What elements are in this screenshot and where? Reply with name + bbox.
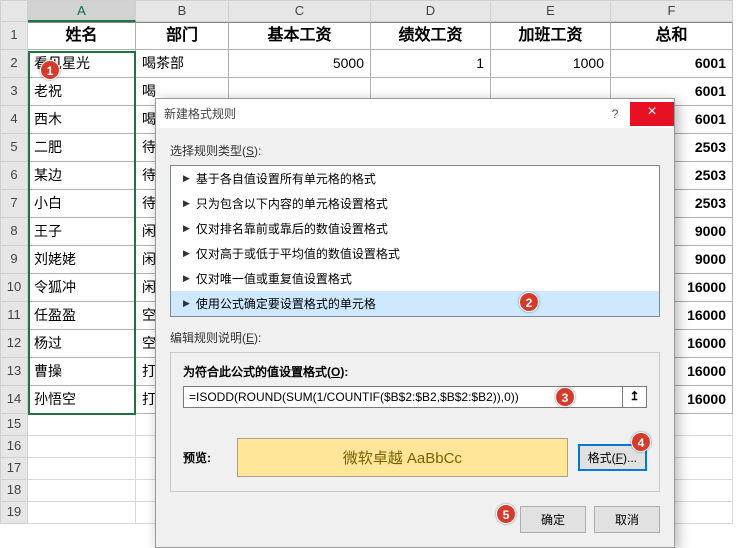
cell[interactable] [28,436,136,458]
cell[interactable]: 姓名 [28,22,136,50]
cell[interactable]: 部门 [136,22,229,50]
cell[interactable] [28,480,136,502]
cell[interactable]: 杨过 [28,330,136,358]
col-header-D[interactable]: D [371,0,491,22]
row-header[interactable]: 18 [0,480,28,502]
cell[interactable]: 1000 [491,50,611,78]
cell[interactable]: 老祝 [28,78,136,106]
col-header-E[interactable]: E [491,0,611,22]
cell[interactable]: 基本工资 [229,22,371,50]
row-header[interactable]: 10 [0,274,28,302]
rule-type-list[interactable]: ▶基于各自值设置所有单元格的格式 ▶只为包含以下内容的单元格设置格式 ▶仅对排名… [170,165,660,317]
col-header-B[interactable]: B [136,0,229,22]
select-all-corner[interactable] [0,0,28,22]
column-headers: A B C D E F [0,0,737,22]
col-header-A[interactable]: A [28,0,136,22]
cell[interactable]: 王子 [28,218,136,246]
cell[interactable]: 6001 [611,50,733,78]
row-header[interactable]: 8 [0,218,28,246]
row-header[interactable]: 2 [0,50,28,78]
rule-type-item[interactable]: ▶仅对排名靠前或靠后的数值设置格式 [171,216,659,241]
cell[interactable]: 绩效工资 [371,22,491,50]
formula-label: 为符合此公式的值设置格式(O): [183,363,647,380]
row-header[interactable]: 14 [0,386,28,414]
close-button[interactable]: × [630,102,674,126]
dialog-titlebar[interactable]: 新建格式规则 ? × [156,99,674,128]
edit-rule-desc-label: 编辑规则说明(E): [170,329,660,346]
table-row: 2看见星光喝茶部5000110006001 [0,50,737,78]
row-header[interactable]: 13 [0,358,28,386]
cell[interactable] [28,458,136,480]
rule-type-item[interactable]: ▶基于各自值设置所有单元格的格式 [171,166,659,191]
table-header-row: 1 姓名 部门 基本工资 绩效工资 加班工资 总和 [0,22,737,50]
badge-1: 1 [40,60,60,80]
row-header[interactable]: 19 [0,502,28,524]
cell[interactable]: 西木 [28,106,136,134]
row-header[interactable]: 4 [0,106,28,134]
row-header[interactable]: 16 [0,436,28,458]
col-header-F[interactable]: F [611,0,733,22]
cell[interactable]: 令狐冲 [28,274,136,302]
badge-4: 4 [631,432,651,452]
cell[interactable]: 1 [371,50,491,78]
cell[interactable]: 任盈盈 [28,302,136,330]
row-header[interactable]: 12 [0,330,28,358]
rule-type-item[interactable]: ▶只为包含以下内容的单元格设置格式 [171,191,659,216]
preview-sample: 微软卓越 AaBbCc [237,438,568,477]
col-header-C[interactable]: C [229,0,371,22]
range-picker-button[interactable]: ↥ [623,386,647,408]
rule-edit-panel: 为符合此公式的值设置格式(O): ↥ 3 预览: 微软卓越 AaBbCc 格式(… [170,352,660,492]
cell[interactable]: 曹操 [28,358,136,386]
row-header[interactable]: 15 [0,414,28,436]
cell[interactable] [28,414,136,436]
cell[interactable]: 二肥 [28,134,136,162]
cell[interactable] [28,502,136,524]
cell[interactable]: 某边 [28,162,136,190]
rule-type-item-selected[interactable]: ▶使用公式确定要设置格式的单元格 2 [171,291,659,316]
select-rule-type-label: 选择规则类型(S): [170,142,660,159]
row-header[interactable]: 7 [0,190,28,218]
cell[interactable]: 加班工资 [491,22,611,50]
row-header[interactable]: 17 [0,458,28,480]
row-header[interactable]: 1 [0,22,28,50]
badge-3: 3 [555,387,575,407]
cell[interactable]: 刘姥姥 [28,246,136,274]
row-header[interactable]: 5 [0,134,28,162]
cell[interactable]: 喝茶部 [136,50,229,78]
row-header[interactable]: 9 [0,246,28,274]
cell[interactable]: 5000 [229,50,371,78]
cell[interactable]: 小白 [28,190,136,218]
dialog-title: 新建格式规则 [164,105,600,122]
new-format-rule-dialog: 新建格式规则 ? × 选择规则类型(S): ▶基于各自值设置所有单元格的格式 ▶… [155,98,675,548]
row-header[interactable]: 11 [0,302,28,330]
badge-2: 2 [519,292,539,312]
preview-label: 预览: [183,449,227,466]
rule-type-item[interactable]: ▶仅对唯一值或重复值设置格式 [171,266,659,291]
badge-5: 5 [496,504,516,524]
row-header[interactable]: 6 [0,162,28,190]
cell[interactable]: 总和 [611,22,733,50]
help-button[interactable]: ? [600,107,630,121]
rule-type-item[interactable]: ▶仅对高于或低于平均值的数值设置格式 [171,241,659,266]
cell[interactable]: 孙悟空 [28,386,136,414]
row-header[interactable]: 3 [0,78,28,106]
